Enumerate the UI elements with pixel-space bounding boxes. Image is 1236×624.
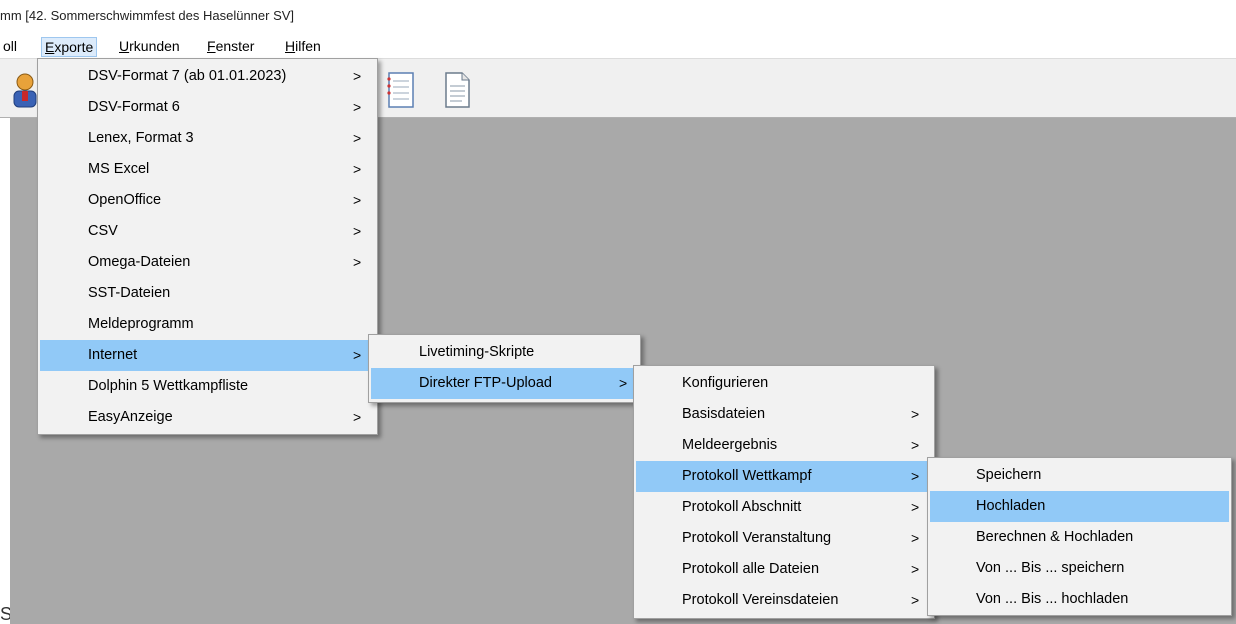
window-title: mm [42. Sommerschwimmfest des Haselünner… xyxy=(0,8,295,23)
menubar-item-fenster[interactable]: Fenster xyxy=(204,37,257,57)
menu-item-sst-dateien[interactable]: SST-Dateien xyxy=(40,278,375,309)
chevron-right-icon: > xyxy=(911,437,920,453)
internet-submenu: Livetiming-Skripte Direkter FTP-Upload > xyxy=(368,334,641,403)
ftp-upload-submenu: Konfigurieren Basisdateien > Meldeergebni… xyxy=(633,365,935,619)
chevron-right-icon: > xyxy=(353,347,362,363)
chevron-right-icon: > xyxy=(619,375,628,391)
menu-item-dolphin-5[interactable]: Dolphin 5 Wettkampfliste xyxy=(40,371,375,402)
chevron-right-icon: > xyxy=(353,409,362,425)
menu-item-openoffice[interactable]: OpenOffice > xyxy=(40,185,375,216)
menu-item-hochladen[interactable]: Hochladen xyxy=(930,491,1229,522)
chevron-right-icon: > xyxy=(911,406,920,422)
chevron-right-icon: > xyxy=(911,530,920,546)
chevron-right-icon: > xyxy=(353,254,362,270)
menu-item-konfigurieren[interactable]: Konfigurieren xyxy=(636,368,932,399)
menu-item-von-bis-hochladen[interactable]: Von ... Bis ... hochladen xyxy=(930,584,1229,615)
menu-item-internet[interactable]: Internet > xyxy=(40,340,375,371)
workspace-left-edge: S xyxy=(0,118,12,624)
menu-item-easyanzeige[interactable]: EasyAnzeige > xyxy=(40,402,375,433)
menu-item-ms-excel[interactable]: MS Excel > xyxy=(40,154,375,185)
menu-bar: oll Exporte Urkunden Fenster Hilfen xyxy=(0,34,1236,58)
menu-item-protokoll-alle-dateien[interactable]: Protokoll alle Dateien > xyxy=(636,554,932,585)
menu-item-berechnen-hochladen[interactable]: Berechnen & Hochladen xyxy=(930,522,1229,553)
menu-item-dsv-format-6[interactable]: DSV-Format 6 > xyxy=(40,92,375,123)
chevron-right-icon: > xyxy=(353,161,362,177)
menubar-item-hilfen[interactable]: Hilfen xyxy=(282,37,324,57)
menu-item-omega-dateien[interactable]: Omega-Dateien > xyxy=(40,247,375,278)
chevron-right-icon: > xyxy=(911,468,920,484)
menu-item-speichern[interactable]: Speichern xyxy=(930,460,1229,491)
menu-item-protokoll-veranstaltung[interactable]: Protokoll Veranstaltung > xyxy=(636,523,932,554)
document-icon[interactable] xyxy=(440,71,474,111)
menubar-item-exporte[interactable]: Exporte xyxy=(41,37,98,57)
chevron-right-icon: > xyxy=(911,592,920,608)
menubar-item-urkunden[interactable]: Urkunden xyxy=(116,37,183,57)
menu-item-dsv-format-7[interactable]: DSV-Format 7 (ab 01.01.2023) > xyxy=(40,61,375,92)
menu-item-von-bis-speichern[interactable]: Von ... Bis ... speichern xyxy=(930,553,1229,584)
chevron-right-icon: > xyxy=(353,99,362,115)
chevron-right-icon: > xyxy=(353,192,362,208)
menu-item-meldeprogramm[interactable]: Meldeprogramm xyxy=(40,309,375,340)
menu-item-protokoll-wettkampf[interactable]: Protokoll Wettkampf > xyxy=(636,461,932,492)
menu-item-lenex[interactable]: Lenex, Format 3 > xyxy=(40,123,375,154)
menu-item-basisdateien[interactable]: Basisdateien > xyxy=(636,399,932,430)
menu-item-livetiming-skripte[interactable]: Livetiming-Skripte xyxy=(371,337,638,368)
menu-item-direkter-ftp-upload[interactable]: Direkter FTP-Upload > xyxy=(371,368,638,399)
menubar-item-protokoll[interactable]: oll xyxy=(0,37,20,57)
chevron-right-icon: > xyxy=(353,130,362,146)
menu-item-meldeergebnis[interactable]: Meldeergebnis > xyxy=(636,430,932,461)
chevron-right-icon: > xyxy=(911,561,920,577)
menu-item-csv[interactable]: CSV > xyxy=(40,216,375,247)
protokoll-wettkampf-submenu: Speichern Hochladen Berechnen & Hochlade… xyxy=(927,457,1232,616)
chevron-right-icon: > xyxy=(353,68,362,84)
exporte-menu: DSV-Format 7 (ab 01.01.2023) > DSV-Format… xyxy=(37,58,378,435)
notepad-icon[interactable] xyxy=(384,71,418,111)
menu-item-protokoll-vereinsdateien[interactable]: Protokoll Vereinsdateien > xyxy=(636,585,932,616)
menu-item-protokoll-abschnitt[interactable]: Protokoll Abschnitt > xyxy=(636,492,932,523)
chevron-right-icon: > xyxy=(911,499,920,515)
chevron-right-icon: > xyxy=(353,223,362,239)
title-bar: mm [42. Sommerschwimmfest des Haselünner… xyxy=(0,0,1236,34)
